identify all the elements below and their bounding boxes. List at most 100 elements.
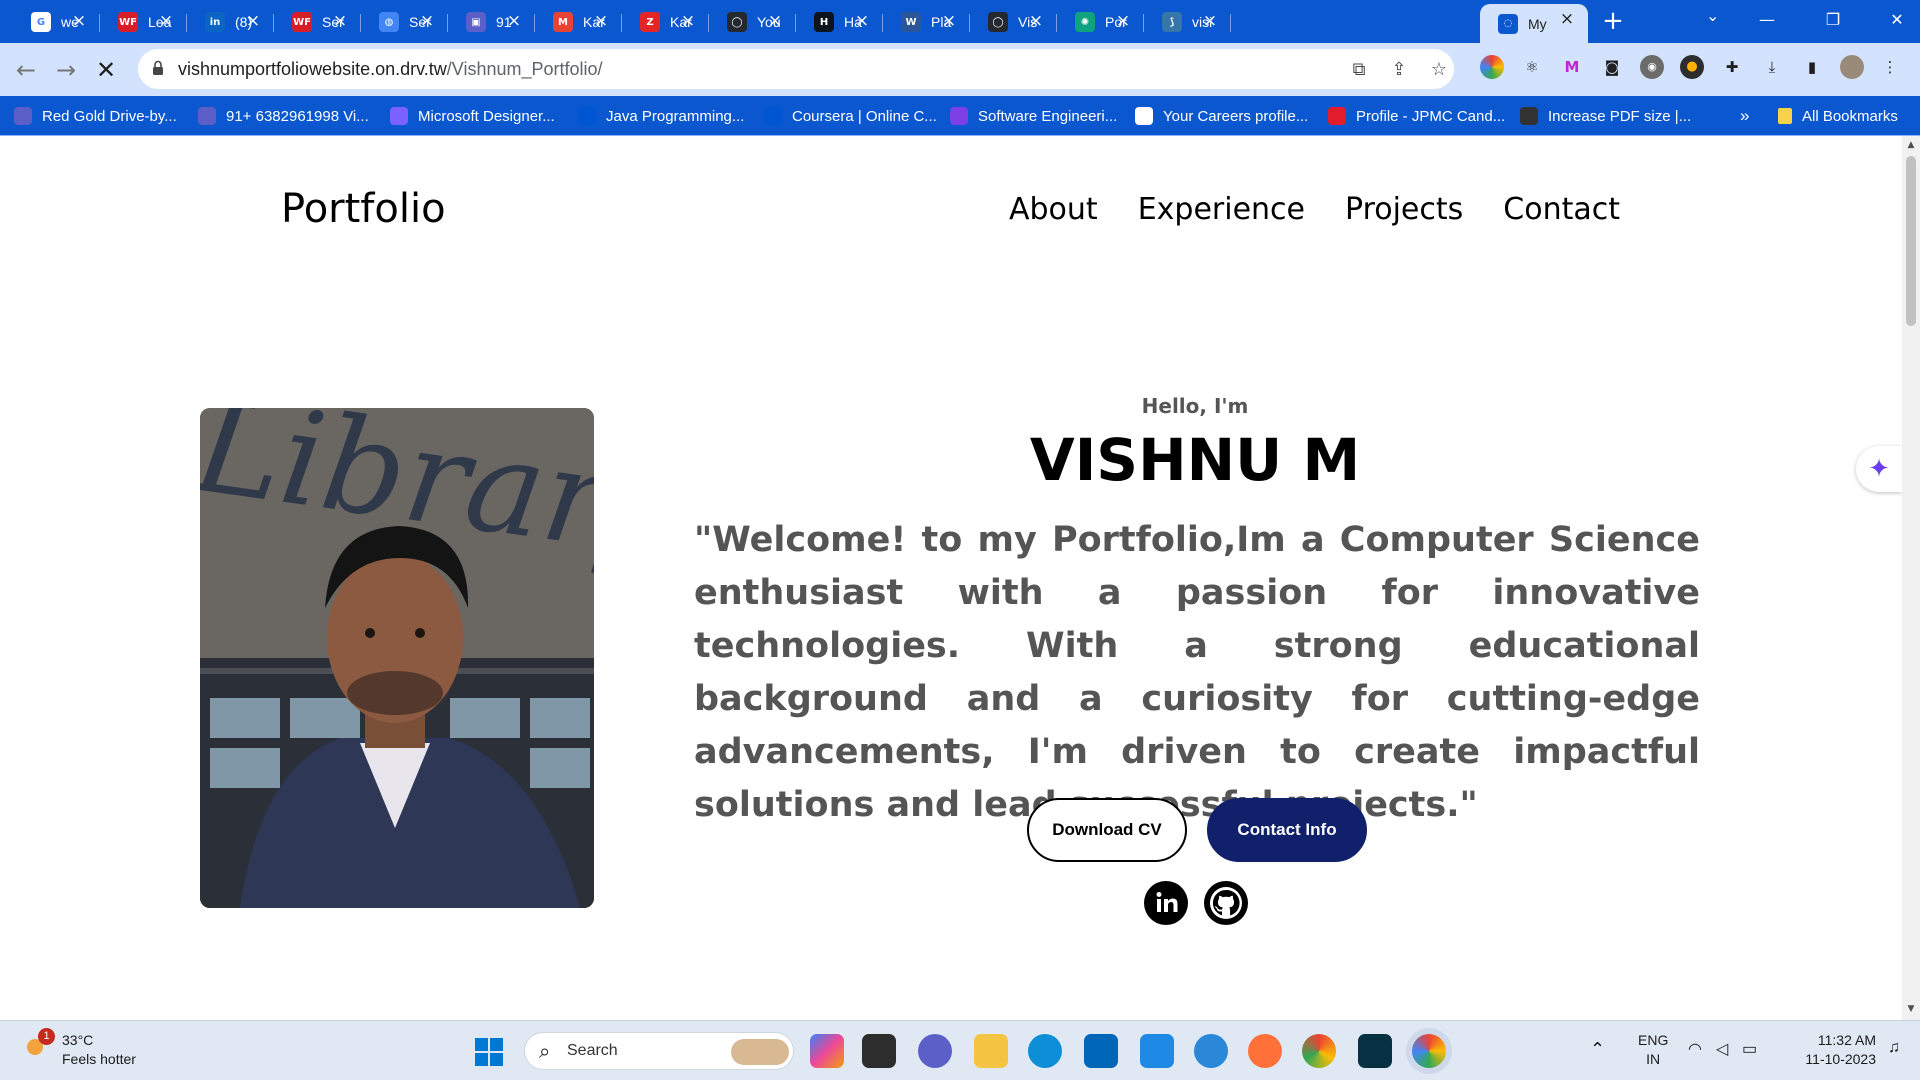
taskbar-search[interactable]: ⌕ Search: [524, 1032, 794, 1070]
nav-contact[interactable]: Contact: [1503, 192, 1620, 227]
tab-close-icon[interactable]: ×: [677, 10, 699, 32]
clock[interactable]: 11:32 AM 11-10-2023: [1786, 1031, 1876, 1069]
volume-icon[interactable]: ◁: [1716, 1039, 1728, 1059]
github-icon[interactable]: [1204, 881, 1248, 925]
scroll-up-arrow-icon[interactable]: ▲: [1905, 140, 1917, 150]
ai-assistant-sparkle-icon[interactable]: ✦: [1856, 446, 1902, 492]
bookmark-item[interactable]: 91+ 6382961998 Vi...: [198, 104, 369, 128]
cookie-extension-icon[interactable]: ●: [1680, 55, 1704, 79]
tab-close-icon[interactable]: ×: [938, 10, 960, 32]
m-extension-icon[interactable]: M: [1560, 55, 1584, 79]
browser-tab[interactable]: W Pla ×: [883, 6, 970, 38]
bookmarks-overflow-button[interactable]: »: [1740, 104, 1749, 128]
notification-bell-icon[interactable]: ♫: [1888, 1039, 1900, 1057]
edge-icon[interactable]: [1028, 1034, 1062, 1068]
browser-tab[interactable]: ◯ You ×: [709, 6, 796, 38]
tab-close-icon[interactable]: ×: [851, 10, 873, 32]
extensions-puzzle-icon[interactable]: ✚: [1720, 55, 1744, 79]
browser-tab[interactable]: WF Lea ×: [100, 6, 187, 38]
scroll-thumb[interactable]: [1906, 156, 1916, 326]
close-window-button[interactable]: ✕: [1874, 5, 1920, 35]
tab-close-icon[interactable]: ×: [68, 10, 90, 32]
nav-about[interactable]: About: [1009, 192, 1098, 227]
translate-icon[interactable]: ⧉: [1348, 59, 1370, 81]
tab-close-icon[interactable]: ×: [1199, 10, 1221, 32]
tab-close-icon[interactable]: ×: [764, 10, 786, 32]
share-icon[interactable]: ⇪: [1388, 59, 1410, 81]
web-extension-icon[interactable]: ◉: [1640, 55, 1664, 79]
browser-tab[interactable]: ▣ 91 ×: [448, 6, 535, 38]
tray-overflow-chevron-icon[interactable]: ⌃: [1590, 1039, 1605, 1060]
tab-close-icon[interactable]: ×: [590, 10, 612, 32]
minimize-button[interactable]: —: [1744, 5, 1790, 35]
bookmark-item[interactable]: Software Engineeri...: [950, 104, 1117, 128]
side-panel-icon[interactable]: ▮: [1800, 55, 1824, 79]
download-cv-button[interactable]: Download CV: [1027, 798, 1187, 862]
tab-close-icon[interactable]: ×: [1556, 8, 1578, 30]
browser-tab[interactable]: Gwe ×: [13, 6, 100, 38]
tab-close-icon[interactable]: ×: [242, 10, 264, 32]
restore-button[interactable]: ❐: [1810, 5, 1856, 35]
firefox-icon[interactable]: [1248, 1034, 1282, 1068]
wifi-icon[interactable]: ◠: [1688, 1039, 1702, 1059]
tab-close-icon[interactable]: ×: [503, 10, 525, 32]
bookmark-item[interactable]: Java Programming...: [578, 104, 744, 128]
address-bar[interactable]: vishnumportfoliowebsite.on.drv.tw/Vishnu…: [138, 49, 1454, 89]
stop-loading-button[interactable]: ✕: [90, 54, 122, 86]
tab-close-icon[interactable]: ×: [155, 10, 177, 32]
scroll-down-arrow-icon[interactable]: ▼: [1905, 1004, 1917, 1014]
bookmark-item[interactable]: Profile - JPMC Cand...: [1328, 104, 1505, 128]
tab-close-icon[interactable]: ×: [416, 10, 438, 32]
bookmark-item[interactable]: Increase PDF size |...: [1520, 104, 1691, 128]
browser-tab[interactable]: ◯ Vis ×: [970, 6, 1057, 38]
bookmark-star-icon[interactable]: ☆: [1428, 59, 1450, 81]
tab-search-chevron-icon[interactable]: ⌄: [1706, 6, 1719, 25]
profile-avatar[interactable]: [1840, 55, 1864, 79]
browser-tab[interactable]: WF Ser ×: [274, 6, 361, 38]
react-devtools-icon[interactable]: ⚛: [1520, 55, 1544, 79]
battery-icon[interactable]: ▭: [1742, 1039, 1757, 1059]
color-picker-extension-icon[interactable]: [1480, 55, 1504, 79]
file-explorer-icon[interactable]: [974, 1034, 1008, 1068]
help-icon[interactable]: [1194, 1034, 1228, 1068]
browser-tab[interactable]: Z Kar ×: [622, 6, 709, 38]
back-button[interactable]: ←: [10, 54, 42, 86]
browser-menu-icon[interactable]: ⋮: [1878, 55, 1902, 79]
site-logo[interactable]: Portfolio: [281, 186, 446, 232]
all-bookmarks-button[interactable]: All Bookmarks: [1778, 104, 1898, 128]
bookmark-item[interactable]: Red Gold Drive-by...: [14, 104, 177, 128]
contact-info-button[interactable]: Contact Info: [1207, 798, 1367, 862]
page-scrollbar[interactable]: ▲ ▼: [1902, 136, 1920, 1020]
nav-experience[interactable]: Experience: [1138, 192, 1305, 227]
forward-button[interactable]: →: [50, 54, 82, 86]
tab-close-icon[interactable]: ×: [1025, 10, 1047, 32]
windows-start-icon[interactable]: [474, 1037, 504, 1067]
browser-tab[interactable]: in (8) ×: [187, 6, 274, 38]
browser-tab[interactable]: ✺ Por ×: [1057, 6, 1144, 38]
bookmark-item[interactable]: Your Careers profile...: [1135, 104, 1308, 128]
bookmark-item[interactable]: Microsoft Designer...: [390, 104, 555, 128]
browser-tab[interactable]: M Kar ×: [535, 6, 622, 38]
chrome-profile-icon[interactable]: [1302, 1034, 1336, 1068]
teams-chat-icon[interactable]: [918, 1034, 952, 1068]
tab-close-icon[interactable]: ×: [329, 10, 351, 32]
weather-widget[interactable]: 1 33°C Feels hotter: [24, 1028, 136, 1069]
browser-tab[interactable]: ◌ My ×: [1480, 4, 1588, 43]
language-indicator[interactable]: ENG IN: [1638, 1031, 1668, 1069]
screenshot-extension-icon[interactable]: ◙: [1600, 55, 1624, 79]
nav-projects[interactable]: Projects: [1345, 192, 1463, 227]
task-view-icon[interactable]: [862, 1034, 896, 1068]
copilot-icon[interactable]: [810, 1034, 844, 1068]
tab-close-icon[interactable]: ×: [1112, 10, 1134, 32]
myhp-icon[interactable]: [1140, 1034, 1174, 1068]
linkedin-icon[interactable]: [1144, 881, 1188, 925]
downloads-icon[interactable]: ⤓: [1760, 55, 1784, 79]
android-studio-icon[interactable]: [1358, 1034, 1392, 1068]
bookmark-item[interactable]: Coursera | Online C...: [764, 104, 937, 128]
microsoft-store-icon[interactable]: [1084, 1034, 1118, 1068]
browser-tab[interactable]: H Ha ×: [796, 6, 883, 38]
new-tab-button[interactable]: +: [1598, 7, 1628, 37]
browser-tab[interactable]: ◍ Ser ×: [361, 6, 448, 38]
browser-tab[interactable]: ⟆ visi ×: [1144, 6, 1231, 38]
chrome-icon[interactable]: [1412, 1034, 1446, 1068]
